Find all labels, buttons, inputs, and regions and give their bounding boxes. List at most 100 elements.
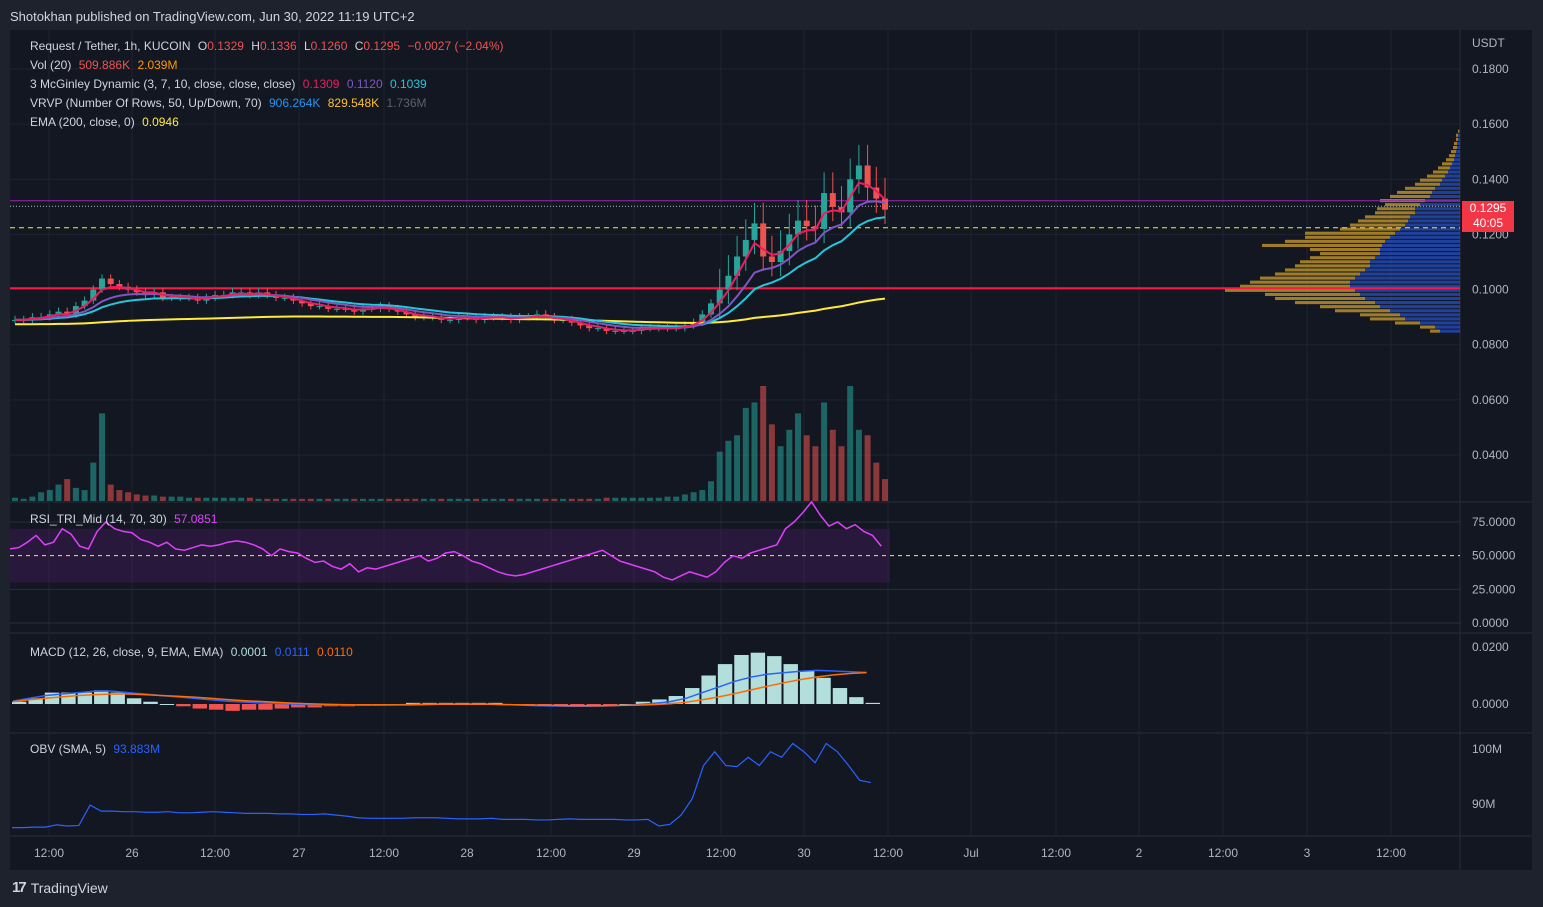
volume-bar [795,413,801,501]
x-tick-label: 27 [292,846,306,860]
macd-label[interactable]: MACD (12, 26, close, 9, EMA, EMA) [30,645,223,659]
volume-bar [333,498,340,501]
volume-profile-up-bar [1350,280,1460,284]
volume-profile-down-bar [1358,219,1408,223]
rsi-label[interactable]: RSI_TRI_Mid (14, 70, 30) [30,512,167,526]
volume-bar [429,498,436,501]
volume-bar [699,490,706,501]
volume-profile-down-bar [1320,305,1380,309]
y-tick-label: 0.0600 [1472,393,1509,407]
volume-profile-up-bar [1457,141,1460,145]
ema-value: 0.0946 [142,115,179,129]
volume-bar [855,429,862,501]
tradingview-brand[interactable]: 17 TradingView [12,879,108,896]
candle-body [99,278,105,290]
volume-profile-up-bar [1456,150,1460,154]
chart-area[interactable]: 12:00 26 12:00 27 12:00 28 12:00 29 12:00 30 12:00… [10,30,1532,870]
volume-profile-down-bar [1420,325,1435,329]
volume-profile-up-bar [1454,158,1460,162]
volume-bar [420,498,427,501]
volume-bar [638,497,645,501]
volume-profile-up-bar [1450,166,1460,170]
volume-bar [829,429,836,501]
volume-profile-up-bar [1410,215,1460,219]
volume-profile-up-bar [1370,260,1460,264]
macd-histogram-bar [865,702,880,704]
l-label: L [303,39,311,53]
volume-bar [90,462,97,501]
obv-line [12,742,871,829]
volume-profile-down-bar [1285,268,1365,272]
volume-bar [516,498,523,501]
volume-profile-up-bar [1405,317,1460,321]
volume-profile-down-bar [1262,243,1382,247]
volume-profile-down-bar [1365,215,1410,219]
volume-bar [142,495,149,501]
volume-bar [360,498,366,501]
volume-profile-down-bar [1433,170,1448,174]
y-tick-label: 0.0800 [1472,338,1509,352]
volume-profile-down-bar [1285,239,1385,243]
vol-label[interactable]: Vol (20) [30,58,71,72]
publisher-header: Shotokhan published on TradingView.com, … [10,9,415,24]
volume-profile-down-bar [1454,141,1457,145]
volume-bar [159,496,166,501]
volume-profile-down-bar [1377,207,1415,211]
volume-bar [264,498,271,501]
vrvp-label[interactable]: VRVP (Number Of Rows, 50, Up/Down, 70) [30,96,262,110]
volume-profile-up-bar [1380,252,1460,256]
volume-bar [560,498,567,501]
volume-bar [629,497,636,501]
legend-vrvp: VRVP (Number Of Rows, 50, Up/Down, 70) 9… [30,96,431,110]
volume-bar [594,498,601,501]
vrvp-value-1: 906.264K [269,96,321,110]
volume-profile-up-bar [1375,301,1460,305]
volume-profile-down-bar [1305,235,1390,239]
volume-profile-up-bar [1455,154,1460,158]
volume-bar [447,498,453,501]
candle-body [768,256,775,262]
volume-profile-down-bar [1430,329,1440,333]
symbol-label[interactable]: Request / Tether, 1h, KUCOIN [30,39,191,53]
mcginley-value-3: 0.1039 [389,77,427,91]
obv-value: 93.883M [113,742,161,756]
volume-profile-down-bar [1375,211,1415,215]
volume-bar [708,481,714,501]
volume-profile-up-bar [1390,235,1460,239]
volume-profile-down-bar [1405,186,1435,190]
x-tick-label: Jul [963,846,978,860]
tradingview-logo-icon: 17 [12,879,27,896]
mcginley-label[interactable]: 3 McGinley Dynamic (3, 7, 10, close, clo… [30,77,295,91]
chart-canvas[interactable]: 12:00 26 12:00 27 12:00 28 12:00 29 12:00 30 12:00… [10,30,1532,870]
volume-bar [107,484,114,501]
volume-profile-down-bar [1415,182,1440,186]
volume-bar [29,496,36,501]
x-tick-label: 29 [627,846,641,860]
ema-label[interactable]: EMA (200, close, 0) [30,115,135,129]
volume-bar [734,435,741,501]
vol-value-2: 2.039M [137,58,178,72]
legend-obv: OBV (SMA, 5) 93.883M [30,742,164,756]
volume-profile-up-bar [1380,247,1460,252]
volume-bar [864,435,871,501]
volume-profile-down-bar [1275,296,1365,301]
volume-profile-down-bar [1420,178,1442,182]
volume-profile-up-bar [1457,145,1460,150]
volume-profile-up-bar [1435,186,1460,190]
volume-bar [673,496,680,501]
rsi-value: 57.0851 [174,512,218,526]
volume-bar [882,479,888,501]
last-price-value: 0.1295 [1469,201,1507,215]
macd-histogram-bar [767,656,782,704]
volume-bar [203,497,210,501]
x-tick-label: 3 [1304,846,1311,860]
obv-label[interactable]: OBV (SMA, 5) [30,742,106,756]
macd-tick-label: 0.0000 [1472,697,1509,711]
volume-bar [507,498,514,501]
volume-profile-up-bar [1415,207,1460,211]
close-value: 0.1295 [363,39,401,53]
volume-profile-up-bar [1432,190,1460,194]
volume-bar [681,494,688,501]
volume-profile-down-bar [1397,190,1432,194]
volume-bar [307,498,314,501]
